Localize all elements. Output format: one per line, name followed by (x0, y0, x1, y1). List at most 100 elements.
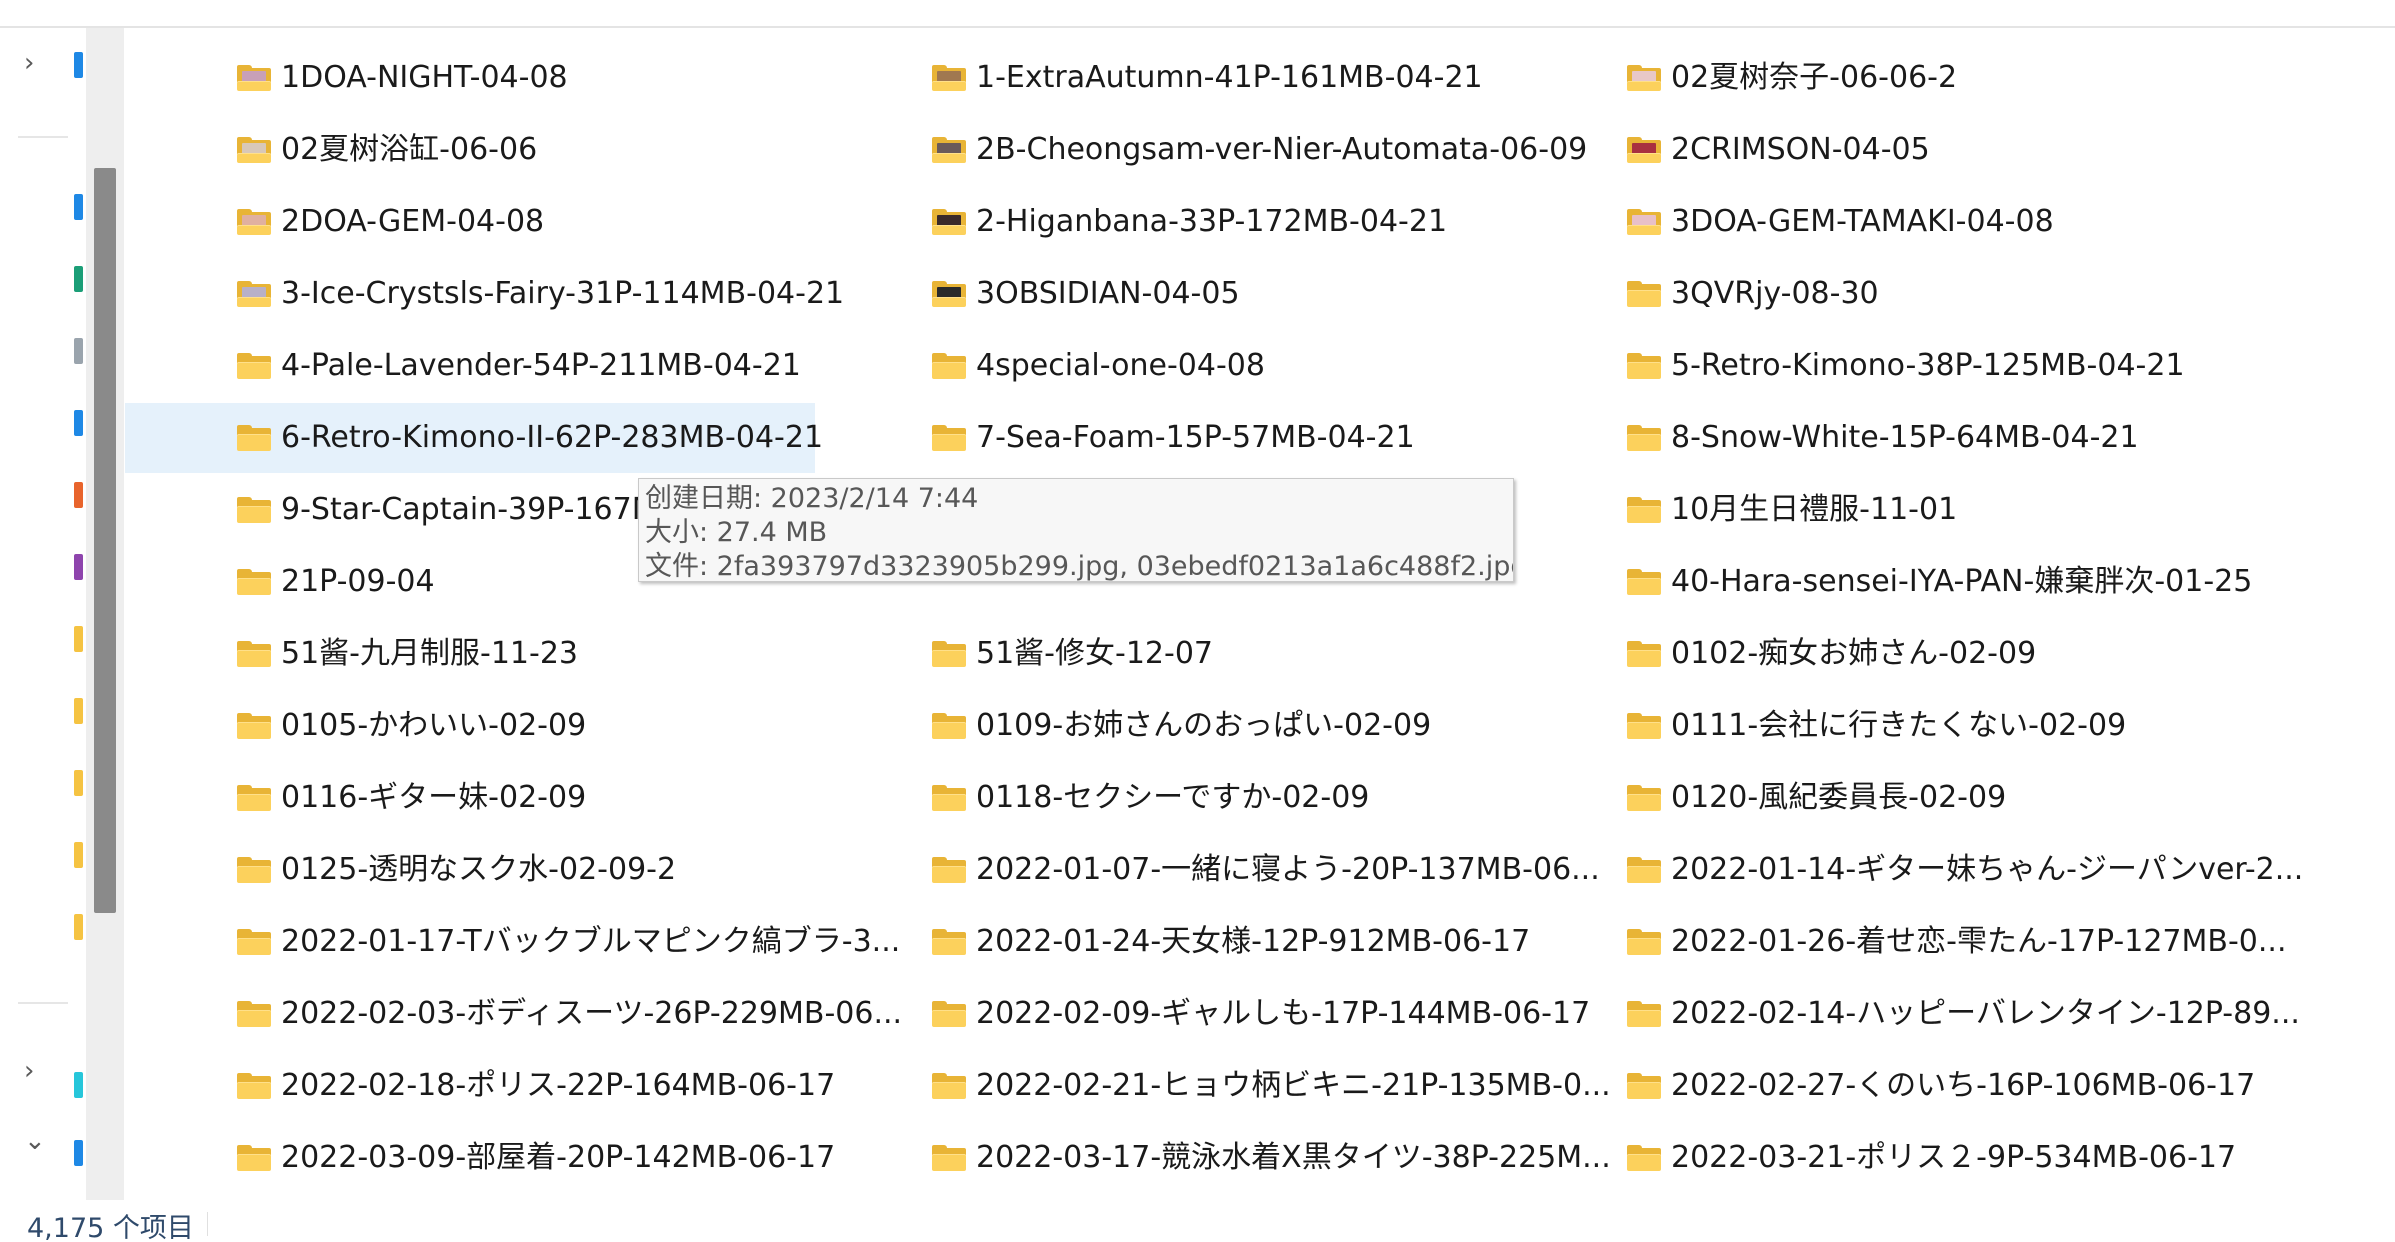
folder-item[interactable]: 2022-03-21-ポリス２-9P-534MB-06-17 (1515, 1123, 2236, 1193)
nav-item-icon[interactable] (74, 554, 83, 580)
folder-item[interactable]: 2022-02-21-ヒョウ柄ビキニ-21P-135MB-0... (820, 1051, 1611, 1121)
folder-icon (1627, 857, 1661, 883)
folder-name: 2022-03-21-ポリス２-9P-534MB-06-17 (1671, 1140, 2237, 1175)
folder-item[interactable]: 40-Hara-sensei-IYA-PAN-嫌棄胖次-01-25 (1515, 547, 2252, 617)
file-explorer-window: › › ⌄ 1DOA-NIGHT-04-08 1-ExtraAutumn-41P-16… (0, 0, 2395, 1242)
folder-icon (932, 281, 966, 307)
folder-row: 2022-03-09-部屋着-20P-142MB-06-17 2022-03-17… (125, 1123, 2395, 1193)
folder-name: 2-Higanbana-33P-172MB-04-21 (976, 204, 1448, 239)
folder-name: 2022-02-09-ギャルしも-17P-144MB-06-17 (976, 996, 1591, 1031)
folder-item[interactable]: 8-Snow-White-15P-64MB-04-21 (1515, 403, 2205, 473)
folder-item[interactable]: 2022-02-14-ハッピーバレンタイン-12P-89... (1515, 979, 2300, 1049)
folder-icon (237, 209, 271, 235)
folder-icon (932, 1001, 966, 1027)
nav-item-icon[interactable] (74, 410, 83, 436)
folder-icon (237, 929, 271, 955)
folder-name: 5-Retro-Kimono-38P-125MB-04-21 (1671, 348, 2185, 383)
folder-icon (932, 929, 966, 955)
folder-item[interactable]: 0109-お姉さんのおっぱい-02-09 (820, 691, 1510, 761)
folder-item[interactable]: 2022-01-17-Tバックブルマピンク縞ブラ-3... (125, 907, 900, 977)
folder-item[interactable]: 3QVRjy-08-30 (1515, 259, 2205, 329)
chevron-right-icon[interactable]: › (24, 50, 34, 76)
nav-item-icon[interactable] (74, 698, 83, 724)
folder-row: 0116-ギター妹-02-09 0118-セクシーですか-02-09 0120-風紀… (125, 763, 2395, 833)
folder-item[interactable]: 2-Higanbana-33P-172MB-04-21 (820, 187, 1510, 257)
folder-item[interactable]: 2022-02-18-ポリス-22P-164MB-06-17 (125, 1051, 835, 1121)
folder-name: 51酱-九月制服-11-23 (281, 636, 578, 671)
nav-item-icon[interactable] (74, 1140, 83, 1166)
folder-tooltip: 创建日期: 2023/2/14 7:44 大小: 27.4 MB 文件: 2fa… (638, 478, 1514, 582)
folder-item[interactable]: 2022-01-26-着せ恋-雫たん-17P-127MB-0... (1515, 907, 2287, 977)
folder-item[interactable]: 0111-会社に行きたくない-02-09 (1515, 691, 2205, 761)
folder-icon (1627, 929, 1661, 955)
folder-item[interactable]: 0102-痴女お姉さん-02-09 (1515, 619, 2205, 689)
folder-item[interactable]: 0120-風紀委員長-02-09 (1515, 763, 2205, 833)
folder-item[interactable]: 4special-one-04-08 (820, 331, 1510, 401)
folder-item[interactable]: 2022-03-09-部屋着-20P-142MB-06-17 (125, 1123, 835, 1193)
folder-icon (1627, 425, 1661, 451)
folder-item[interactable]: 2022-02-03-ボディスーツ-26P-229MB-06... (125, 979, 902, 1049)
folder-item[interactable]: 2022-03-17-競泳水着X黒タイツ-38P-225M... (820, 1123, 1611, 1193)
folder-name: 3OBSIDIAN-04-05 (976, 276, 1240, 311)
folder-item[interactable]: 2022-02-09-ギャルしも-17P-144MB-06-17 (820, 979, 1590, 1049)
folder-name: 4-Pale-Lavender-54P-211MB-04-21 (281, 348, 801, 383)
folder-icon (1627, 281, 1661, 307)
folder-name: 8-Snow-White-15P-64MB-04-21 (1671, 420, 2139, 455)
folder-icon (932, 209, 966, 235)
folder-icon (932, 137, 966, 163)
folder-item[interactable]: 02夏树奈子-06-06-2 (1515, 43, 2205, 113)
folder-item[interactable]: 0118-セクシーですか-02-09 (820, 763, 1510, 833)
nav-item-icon[interactable] (74, 770, 83, 796)
folder-item[interactable]: 3-Ice-Crystsls-Fairy-31P-114MB-04-21 (125, 259, 844, 329)
folder-name: 2022-02-27-くのいち-16P-106MB-06-17 (1671, 1068, 2256, 1103)
folder-item[interactable]: 0105-かわいい-02-09 (125, 691, 815, 761)
folder-icon (237, 497, 271, 523)
folder-item[interactable]: 6-Retro-Kimono-II-62P-283MB-04-21 (125, 403, 823, 473)
folder-item[interactable]: 02夏树浴缸-06-06 (125, 115, 815, 185)
nav-item-icon[interactable] (74, 338, 83, 364)
folder-item[interactable]: 2022-01-24-天女様-12P-912MB-06-17 (820, 907, 1530, 977)
folder-name: 10月生日禮服-11-01 (1671, 492, 1958, 527)
folder-icon (1627, 353, 1661, 379)
folder-item[interactable]: 3DOA-GEM-TAMAKI-04-08 (1515, 187, 2205, 257)
chevron-down-icon[interactable]: ⌄ (24, 1128, 46, 1154)
folder-row: 0105-かわいい-02-09 0109-お姉さんのおっぱい-02-09 0111-… (125, 691, 2395, 761)
folder-row: 2022-01-17-Tバックブルマピンク縞ブラ-3... 2022-01-24-… (125, 907, 2395, 977)
folder-item[interactable]: 5-Retro-Kimono-38P-125MB-04-21 (1515, 331, 2205, 401)
nav-item-icon[interactable] (74, 482, 83, 508)
nav-item-icon[interactable] (74, 842, 83, 868)
nav-item-icon[interactable] (74, 194, 83, 220)
folder-icon (932, 641, 966, 667)
folder-item[interactable]: 2B-Cheongsam-ver-Nier-Automata-06-09 (820, 115, 1587, 185)
folder-item[interactable]: 2022-01-14-ギター妹ちゃん-ジーパンver-2... (1515, 835, 2303, 905)
folder-name: 0102-痴女お姉さん-02-09 (1671, 636, 2037, 671)
navigation-scrollbar-thumb[interactable] (94, 168, 116, 913)
folder-item[interactable]: 3OBSIDIAN-04-05 (820, 259, 1510, 329)
folder-row: 0125-透明なスク水-02-09-2 2022-01-07-一緒に寝よう-20P… (125, 835, 2395, 905)
folder-item[interactable]: 0125-透明なスク水-02-09-2 (125, 835, 815, 905)
folder-item[interactable]: 2022-02-27-くのいち-16P-106MB-06-17 (1515, 1051, 2255, 1121)
folder-name: 2022-01-26-着せ恋-雫たん-17P-127MB-0... (1671, 924, 2287, 959)
folder-item[interactable]: 0116-ギター妹-02-09 (125, 763, 815, 833)
folder-item[interactable]: 10月生日禮服-11-01 (1515, 475, 2205, 545)
folder-item[interactable]: 2CRIMSON-04-05 (1515, 115, 2205, 185)
folder-item[interactable]: 4-Pale-Lavender-54P-211MB-04-21 (125, 331, 815, 401)
folder-item[interactable]: 1DOA-NIGHT-04-08 (125, 43, 815, 113)
folder-icon (932, 713, 966, 739)
folder-item[interactable]: 2DOA-GEM-04-08 (125, 187, 815, 257)
folder-icon (1627, 569, 1661, 595)
nav-item-icon[interactable] (74, 266, 83, 292)
nav-item-icon[interactable] (74, 1072, 83, 1098)
folder-item[interactable]: 51酱-九月制服-11-23 (125, 619, 815, 689)
folder-item[interactable]: 2022-01-07-一緒に寝よう-20P-137MB-06... (820, 835, 1600, 905)
nav-item-icon[interactable] (74, 626, 83, 652)
folder-row: 6-Retro-Kimono-II-62P-283MB-04-21 7-Sea-F… (125, 403, 2395, 473)
chevron-right-icon[interactable]: › (24, 1058, 34, 1084)
folder-item[interactable]: 7-Sea-Foam-15P-57MB-04-21 (820, 403, 1510, 473)
nav-item-icon[interactable] (74, 914, 83, 940)
folder-item[interactable]: 1-ExtraAutumn-41P-161MB-04-21 (820, 43, 1510, 113)
nav-item-icon[interactable] (74, 52, 83, 78)
folder-row: 3-Ice-Crystsls-Fairy-31P-114MB-04-21 3OBS… (125, 259, 2395, 329)
folder-name: 2022-02-14-ハッピーバレンタイン-12P-89... (1671, 996, 2300, 1031)
folder-item[interactable]: 51酱-修女-12-07 (820, 619, 1510, 689)
